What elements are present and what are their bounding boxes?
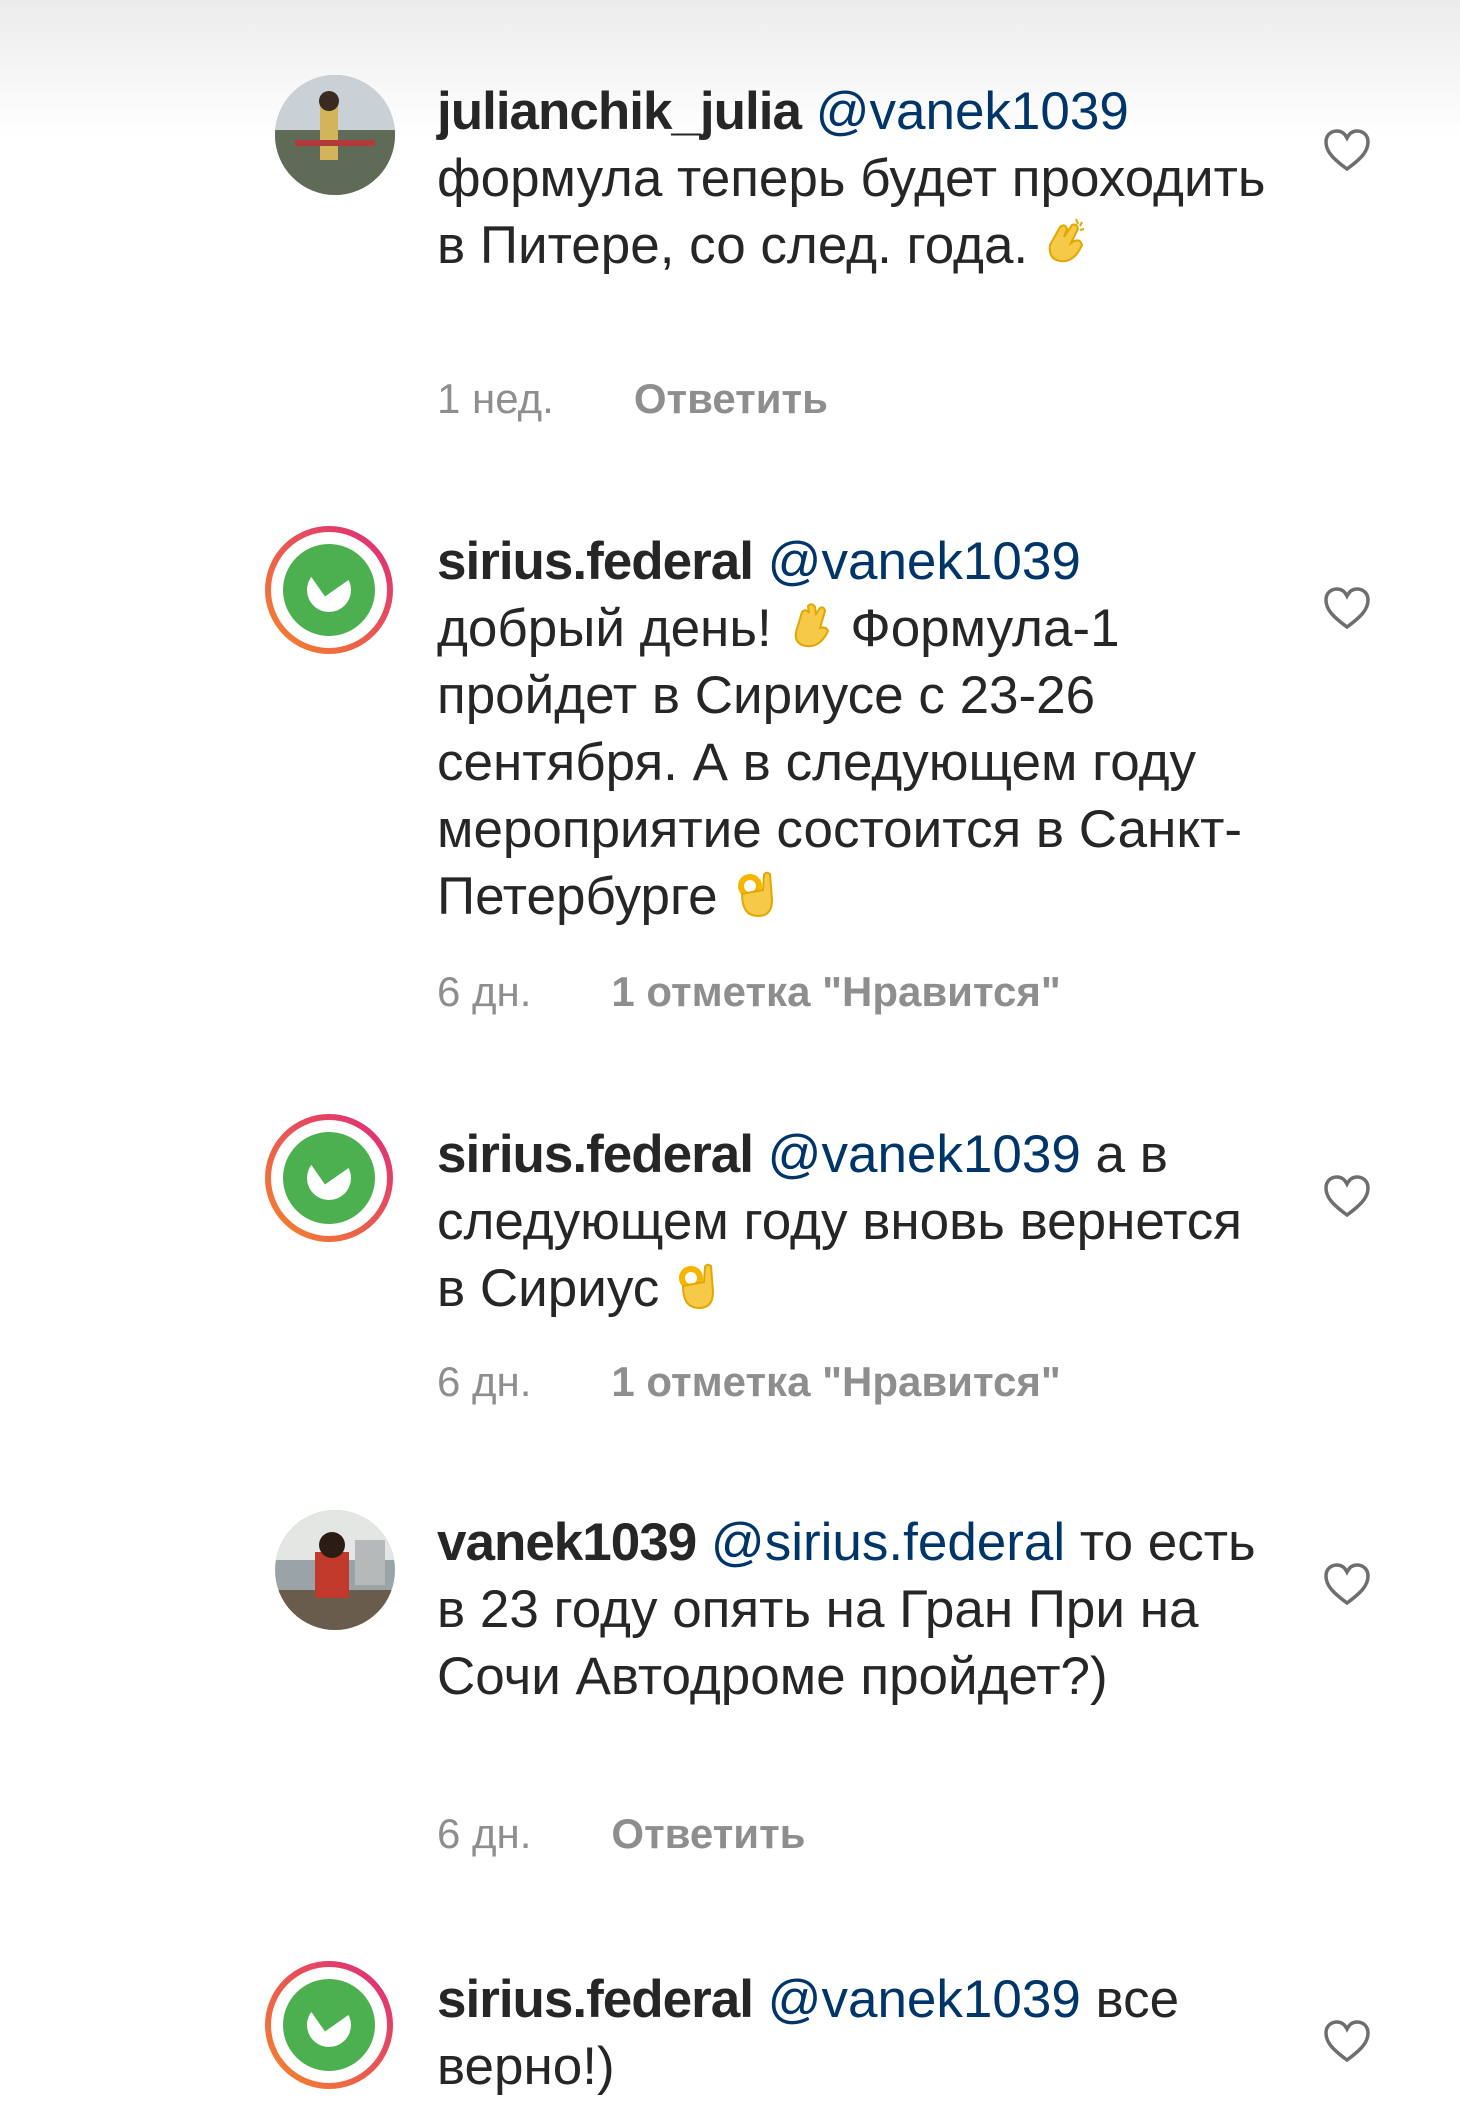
comment-text: sirius.federal @vanek1039 а в следующем …: [437, 1121, 1277, 1322]
comment-timestamp: 1 нед.: [437, 375, 554, 422]
comment-username[interactable]: vanek1039: [437, 1513, 697, 1572]
avatar[interactable]: [264, 1960, 394, 2090]
comment-meta: 6 дн. 1 отметка "Нравится": [437, 1358, 1061, 1406]
comment-mention[interactable]: @vanek1039: [768, 1970, 1081, 2029]
comment-mention[interactable]: @sirius.federal: [711, 1513, 1065, 1572]
comment-mention[interactable]: @vanek1039: [768, 1125, 1081, 1184]
clapping-hands-icon: [1038, 215, 1092, 269]
avatar[interactable]: [275, 75, 395, 195]
comment-username[interactable]: sirius.federal: [437, 1970, 754, 2029]
heart-outline-icon[interactable]: [1322, 585, 1372, 631]
heart-outline-icon[interactable]: [1322, 1173, 1372, 1219]
avatar[interactable]: [275, 1510, 395, 1630]
comment-timestamp: 6 дн.: [437, 1358, 532, 1405]
comment-username[interactable]: sirius.federal: [437, 532, 754, 591]
comment-timestamp: 6 дн.: [437, 968, 532, 1015]
comment-text: sirius.federal @vanek1039 все верно!): [437, 1966, 1277, 2100]
avatar[interactable]: [264, 525, 394, 655]
comment-mention[interactable]: @vanek1039: [816, 82, 1129, 141]
comment-text: sirius.federal @vanek1039 добрый день! Ф…: [437, 528, 1277, 930]
ok-hand-icon: [728, 866, 782, 920]
comment-mention[interactable]: @vanek1039: [768, 532, 1081, 591]
comment-text: julianchik_julia @vanek1039 формула тепе…: [437, 78, 1277, 279]
comment-meta: 6 дн. 1 отметка "Нравится": [437, 968, 1061, 1016]
likes-count-link[interactable]: 1 отметка "Нравится": [611, 1358, 1060, 1406]
reply-button[interactable]: Ответить: [634, 375, 828, 423]
heart-outline-icon[interactable]: [1322, 127, 1372, 173]
comment-meta: 1 нед. Ответить: [437, 375, 828, 423]
waving-hand-icon: [782, 598, 836, 652]
likes-count-link[interactable]: 1 отметка "Нравится": [611, 968, 1060, 1016]
reply-button[interactable]: Ответить: [611, 1810, 805, 1858]
heart-outline-icon[interactable]: [1322, 1561, 1372, 1607]
comment-username[interactable]: julianchik_julia: [437, 82, 802, 141]
comment-text: vanek1039 @sirius.federal то есть в 23 г…: [437, 1509, 1277, 1710]
avatar[interactable]: [264, 1113, 394, 1243]
comment-username[interactable]: sirius.federal: [437, 1125, 754, 1184]
comment-meta: 6 дн. Ответить: [437, 1810, 806, 1858]
comment-body: формула теперь будет проходить в Питере,…: [437, 149, 1266, 275]
comment-body: добрый день!: [437, 599, 772, 658]
comment-timestamp: 6 дн.: [437, 1810, 532, 1857]
heart-outline-icon[interactable]: [1322, 2018, 1372, 2064]
ok-hand-icon: [669, 1258, 723, 1312]
